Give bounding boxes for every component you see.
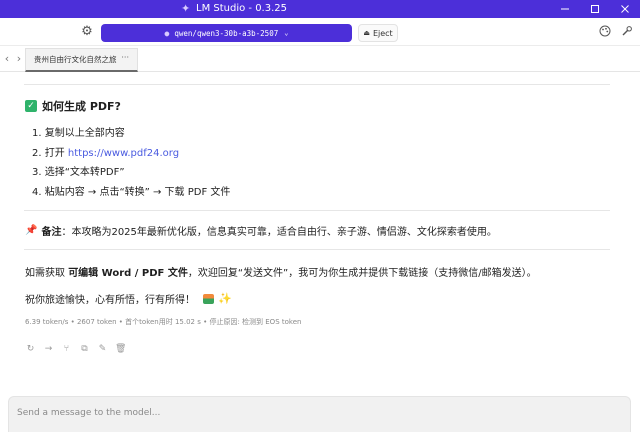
tab-bar: ‹ › 贵州自由行文化自然之旅 ··· (0, 46, 640, 72)
toolbar: ⚙ ● qwen/qwen3-30b-a3b-2507 ⌄ ⏏ Eject (0, 18, 640, 46)
more-icon[interactable]: ··· (121, 53, 129, 62)
note-label: 备注 (41, 227, 62, 238)
divider (24, 249, 610, 250)
model-icon: ● (164, 28, 170, 38)
list-item-prefix: 2. 打开 (32, 147, 68, 159)
list-item: 4. 粘贴内容 → 点击“转换” → 下载 PDF 文件 (32, 186, 231, 198)
list-item: 2. 打开 https://www.pdf24.org (32, 144, 230, 164)
regenerate-icon[interactable]: ↻ (25, 344, 36, 355)
eject-button[interactable]: ⏏ Eject (358, 24, 398, 42)
maximize-icon (591, 5, 599, 13)
tab-label: 贵州自由行文化自然之旅 (34, 55, 117, 64)
back-arrow-icon[interactable]: ‹ (1, 52, 13, 66)
file-offer-paragraph: 如需获取 可编辑 Word / PDF 文件，欢迎回复“发送文件”，我可为你生成… (25, 264, 537, 279)
generation-stats: 6.39 token/s • 2607 token • 首个token用时 15… (25, 318, 302, 326)
p1-bold: 可编辑 Word / PDF 文件 (68, 268, 188, 279)
wrench-icon[interactable] (620, 25, 634, 39)
message-actions: ↻ → ⑂ ⧉ ✎ 🗑 (25, 344, 133, 355)
section-heading: ✓ 如何生成 PDF? (25, 98, 121, 114)
gear-icon[interactable]: ⚙ (80, 25, 94, 39)
p2-text: 祝你旅途愉快，心有所悟，行有所得！ (25, 295, 195, 306)
eject-label: Eject (372, 28, 393, 38)
check-icon: ✓ (25, 100, 37, 112)
divider (24, 210, 610, 211)
delete-icon[interactable]: 🗑 (115, 344, 126, 355)
pdf24-link[interactable]: https://www.pdf24.org (68, 148, 179, 159)
minimize-icon (561, 8, 569, 10)
maximize-button[interactable] (580, 0, 610, 18)
p1-suffix: ，欢迎回复“发送文件”，我可为你生成并提供下载链接（支持微信/邮箱发送）。 (187, 268, 537, 279)
steps-list: 1. 复制以上全部内容 2. 打开 https://www.pdf24.org … (32, 124, 230, 202)
model-name: qwen/qwen3-30b-a3b-2507 (174, 28, 279, 38)
edit-icon[interactable]: ✎ (97, 344, 108, 355)
p1-prefix: 如需获取 (25, 268, 69, 279)
lm-studio-logo-icon: ✦ (181, 2, 191, 15)
closing-paragraph: 祝你旅途愉快，心有所悟，行有所得！ ✨ (25, 291, 232, 306)
copy-icon[interactable]: ⧉ (79, 344, 90, 355)
model-selector[interactable]: ● qwen/qwen3-30b-a3b-2507 ⌄ (101, 24, 352, 42)
list-item: 1. 复制以上全部内容 (32, 128, 125, 139)
message-input-container (8, 396, 631, 432)
branch-icon[interactable]: ⑂ (61, 344, 72, 355)
eject-icon: ⏏ (363, 29, 370, 37)
chevron-down-icon: ⌄ (284, 29, 289, 37)
continue-icon[interactable]: → (43, 344, 54, 355)
minimize-button[interactable] (550, 0, 580, 18)
message-input[interactable] (17, 406, 617, 420)
list-item: 3. 选择“文本转PDF” (32, 167, 125, 178)
landscape-picture-icon (203, 293, 214, 304)
heading-text: 如何生成 PDF? (42, 100, 121, 113)
window-title: LM Studio - 0.3.25 (196, 3, 288, 14)
forward-arrow-icon[interactable]: › (13, 52, 25, 66)
pushpin-icon: 📌 (25, 225, 38, 236)
tab-chat[interactable]: 贵州自由行文化自然之旅 ··· (25, 48, 138, 72)
close-button[interactable] (610, 0, 640, 18)
note: 📌 备注 ：本攻略为2025年最新优化版，信息真实可靠，适合自由行、亲子游、情侣游… (25, 223, 497, 238)
close-icon (621, 5, 629, 13)
palette-icon[interactable] (598, 25, 612, 39)
divider (24, 84, 610, 85)
chat-message: ✓ 如何生成 PDF? 1. 复制以上全部内容 2. 打开 https://ww… (0, 72, 640, 392)
title-bar: ✦ LM Studio - 0.3.25 (0, 0, 640, 18)
note-text: ：本攻略为2025年最新优化版，信息真实可靠，适合自由行、亲子游、情侣游、文化探… (61, 227, 497, 238)
sparkles-icon: ✨ (218, 292, 232, 305)
